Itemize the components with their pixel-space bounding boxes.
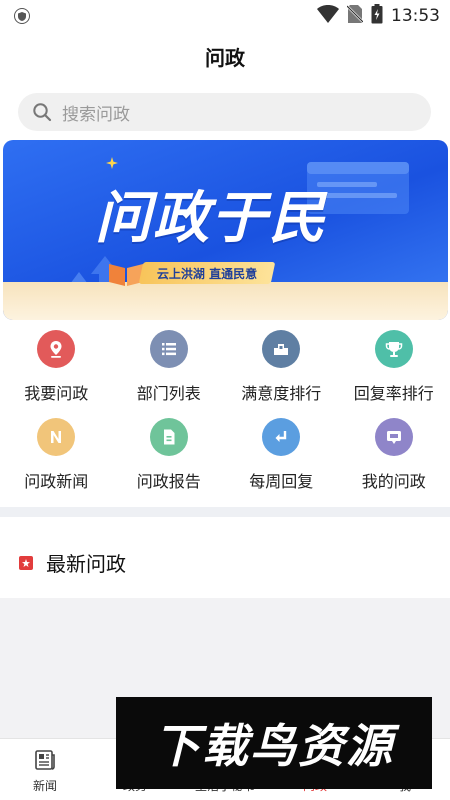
grid-label: 部门列表 (136, 384, 201, 403)
status-left (14, 8, 30, 24)
grid-label: 每周回复 (249, 472, 314, 491)
grid-item-weekly-reply[interactable]: 每周回复 (225, 418, 338, 498)
document-icon (149, 418, 188, 456)
grid-item-reply-rank[interactable]: 回复率排行 (338, 330, 450, 410)
news-icon (37, 418, 76, 456)
list-icon (149, 330, 188, 368)
grid-label: 问政新闻 (24, 472, 89, 491)
watermark: 下载鸟资源 (116, 697, 432, 789)
section-divider (0, 507, 450, 517)
nav-label: 新闻 (32, 779, 57, 793)
grid-label: 回复率排行 (353, 384, 434, 403)
banner[interactable]: 问政于民 云上洪湖 直通民意 (3, 140, 448, 320)
search-input[interactable]: 搜索问政 (18, 93, 431, 131)
bookmark-icon (18, 555, 34, 571)
search-placeholder: 搜索问政 (62, 104, 130, 125)
wifi-icon (317, 5, 339, 27)
search-icon (32, 102, 52, 122)
nav-item-news[interactable]: 新闻 (0, 739, 90, 800)
feature-grid: 我要问政 部门列表 满意度排行 回复率排行 问政新闻 问政报告 每周回复 我的问… (0, 330, 450, 498)
banner-tagline-text: 云上洪湖 直通民意 (157, 266, 258, 281)
star-icon (106, 157, 118, 169)
grid-item-news[interactable]: 问政新闻 (0, 418, 113, 498)
status-time: 13:53 (391, 6, 440, 26)
banner-base (3, 282, 448, 320)
reply-icon (262, 418, 301, 456)
banner-tagline: 云上洪湖 直通民意 (138, 262, 276, 284)
section-title: 最新问政 (46, 552, 126, 576)
section-header: 最新问政 (18, 548, 126, 577)
battery-icon (371, 4, 383, 28)
grid-item-my-questions[interactable]: 我的问政 (338, 418, 450, 498)
grid-item-reports[interactable]: 问政报告 (113, 418, 226, 498)
no-sim-icon (346, 5, 364, 27)
grid-item-departments[interactable]: 部门列表 (113, 330, 226, 410)
grid-label: 满意度排行 (241, 384, 322, 403)
message-icon (374, 418, 413, 456)
grid-label: 我要问政 (24, 384, 89, 403)
page-title: 问政 (205, 46, 245, 70)
shield-icon (14, 8, 30, 24)
grid-item-satisfaction-rank[interactable]: 满意度排行 (225, 330, 338, 410)
chart-icon (262, 330, 301, 368)
banner-title: 问政于民 (95, 186, 327, 251)
location-pin-icon (37, 330, 76, 368)
grid-item-ask[interactable]: 我要问政 (0, 330, 113, 410)
trophy-icon (374, 330, 413, 368)
grid-label: 我的问政 (361, 472, 426, 491)
grid-label: 问政报告 (136, 472, 201, 491)
status-right: 13:53 (317, 4, 440, 28)
watermark-text: 下载鸟资源 (154, 719, 394, 773)
newspaper-icon (33, 748, 57, 772)
status-bar: 13:53 (0, 0, 450, 32)
